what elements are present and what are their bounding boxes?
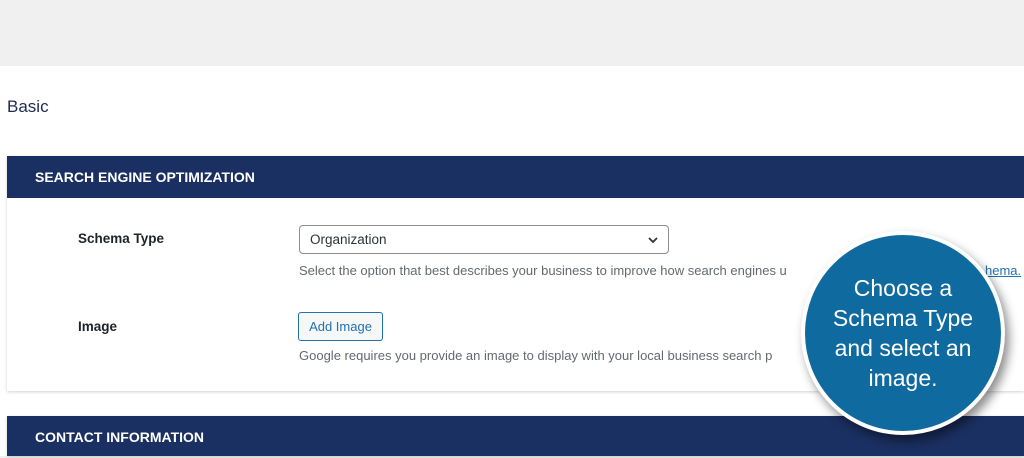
chevron-down-icon: [648, 237, 658, 244]
instruction-callout: Choose a Schema Type and select an image…: [801, 231, 1005, 435]
callout-line: image.: [868, 365, 938, 391]
top-strip: [0, 0, 1024, 66]
callout-line: Choose a: [853, 275, 953, 301]
schema-help-link[interactable]: hema.: [985, 263, 1021, 278]
callout-line: Schema Type: [832, 305, 974, 331]
schema-type-label: Schema Type: [78, 231, 165, 246]
schema-type-selected-value: Organization: [310, 232, 387, 247]
image-label: Image: [78, 319, 118, 334]
image-help: Google requires you provide an image to …: [299, 348, 773, 363]
section-heading: Basic: [7, 97, 49, 116]
add-image-button[interactable]: Add Image: [298, 312, 383, 341]
seo-panel-title: SEARCH ENGINE OPTIMIZATION: [7, 156, 1024, 198]
schema-type-select[interactable]: Organization: [299, 225, 669, 254]
callout-line: and select an: [834, 335, 972, 361]
schema-type-help: Select the option that best describes yo…: [299, 263, 787, 278]
